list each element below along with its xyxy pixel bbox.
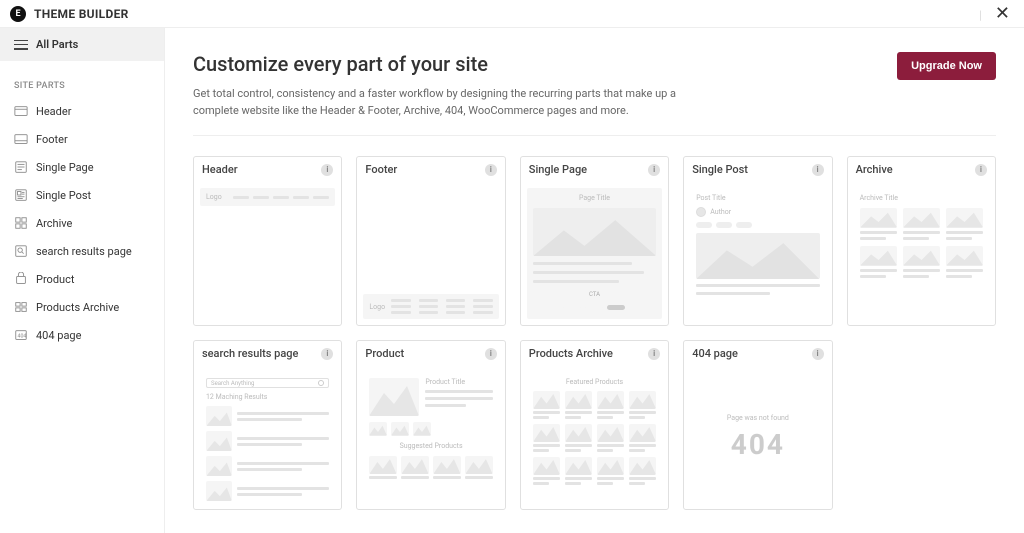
error-code: 404 [731, 428, 785, 461]
sidebar-item-products-archive[interactable]: Products Archive [0, 293, 164, 321]
card-header[interactable]: Header i Logo [193, 156, 342, 326]
cards-grid: Header i Logo Footer i L [193, 156, 996, 510]
app-logo-icon: E [10, 6, 26, 22]
card-title: Footer [365, 163, 397, 176]
product-icon [14, 272, 28, 286]
header-wireframe: Logo [200, 188, 335, 206]
info-icon[interactable]: i [485, 164, 497, 176]
upgrade-button[interactable]: Upgrade Now [897, 52, 996, 80]
card-single-page[interactable]: Single Page i Page Title CTA [520, 156, 669, 326]
card-title: 404 page [692, 347, 738, 360]
app-brand: THEME BUILDER [34, 7, 129, 21]
sidebar-item-single-page[interactable]: Single Page [0, 153, 164, 181]
sidebar-item-archive[interactable]: Archive [0, 209, 164, 237]
card-title: Product [365, 347, 404, 360]
search-results-icon [14, 244, 28, 258]
info-icon[interactable]: i [975, 164, 987, 176]
sidebar-item-search-results[interactable]: search results page [0, 237, 164, 265]
divider [193, 135, 996, 136]
archive-wireframe: Archive Title [854, 188, 989, 284]
card-footer[interactable]: Footer i Logo [356, 156, 505, 326]
info-icon[interactable]: i [485, 348, 497, 360]
single-post-wireframe: Post Title Author [690, 188, 825, 301]
svg-text:404: 404 [18, 334, 27, 340]
sidebar-item-single-post[interactable]: Single Post [0, 181, 164, 209]
sidebar-item-404[interactable]: 404 404 page [0, 321, 164, 349]
info-icon[interactable]: i [321, 348, 333, 360]
sidebar-item-header[interactable]: Header [0, 97, 164, 125]
menu-icon [14, 40, 28, 50]
info-icon[interactable]: i [321, 164, 333, 176]
footer-wireframe: Logo [363, 294, 498, 319]
products-archive-icon [14, 300, 28, 314]
single-page-icon [14, 160, 28, 174]
card-title: Single Post [692, 163, 748, 176]
all-parts-label: All Parts [36, 38, 78, 51]
search-wireframe: Search Anything 12 Maching Results [200, 372, 335, 507]
notfound-wireframe: Page was not found 404 [690, 372, 825, 503]
card-title: Header [202, 163, 238, 176]
archive-icon [14, 216, 28, 230]
products-archive-wireframe: Featured Products [527, 372, 662, 503]
page-description: Get total control, consistency and a fas… [193, 86, 713, 119]
card-archive[interactable]: Archive i Archive Title [847, 156, 996, 326]
sidebar: All Parts SITE PARTS Header Footer Singl… [0, 28, 165, 533]
info-icon[interactable]: i [648, 164, 660, 176]
card-title: Archive [856, 163, 893, 176]
card-title: Single Page [529, 163, 587, 176]
brand-group: E THEME BUILDER [10, 6, 129, 22]
info-icon[interactable]: i [648, 348, 660, 360]
all-parts-button[interactable]: All Parts [0, 28, 164, 61]
card-title: Products Archive [529, 347, 613, 360]
page-title: Customize every part of your site [193, 52, 713, 76]
product-wireframe: Product Title Suggested Products [363, 372, 498, 503]
info-icon[interactable]: i [812, 164, 824, 176]
card-404[interactable]: 404 page i Page was not found 404 [683, 340, 832, 510]
header-icon [14, 104, 28, 118]
card-products-archive[interactable]: Products Archive i Featured Products [520, 340, 669, 510]
topbar-right: | ✕ [979, 3, 1014, 24]
footer-icon [14, 132, 28, 146]
single-page-wireframe: Page Title CTA [527, 188, 662, 319]
error-404-icon: 404 [14, 328, 28, 342]
separator: | [979, 8, 982, 22]
card-title: search results page [202, 347, 298, 360]
sidebar-item-product[interactable]: Product [0, 265, 164, 293]
info-icon[interactable]: i [812, 348, 824, 360]
single-post-icon [14, 188, 28, 202]
card-single-post[interactable]: Single Post i Post Title Author [683, 156, 832, 326]
site-parts-list: Header Footer Single Page Single Post Ar… [0, 97, 164, 349]
magnify-icon [318, 380, 324, 386]
card-search-results[interactable]: search results page i Search Anything 12… [193, 340, 342, 510]
sidebar-item-footer[interactable]: Footer [0, 125, 164, 153]
top-bar: E THEME BUILDER | ✕ [0, 0, 1024, 28]
main-content: Customize every part of your site Get to… [165, 28, 1024, 533]
card-product[interactable]: Product i Product Title [356, 340, 505, 510]
site-parts-heading: SITE PARTS [0, 61, 164, 97]
close-icon[interactable]: ✕ [991, 3, 1014, 24]
